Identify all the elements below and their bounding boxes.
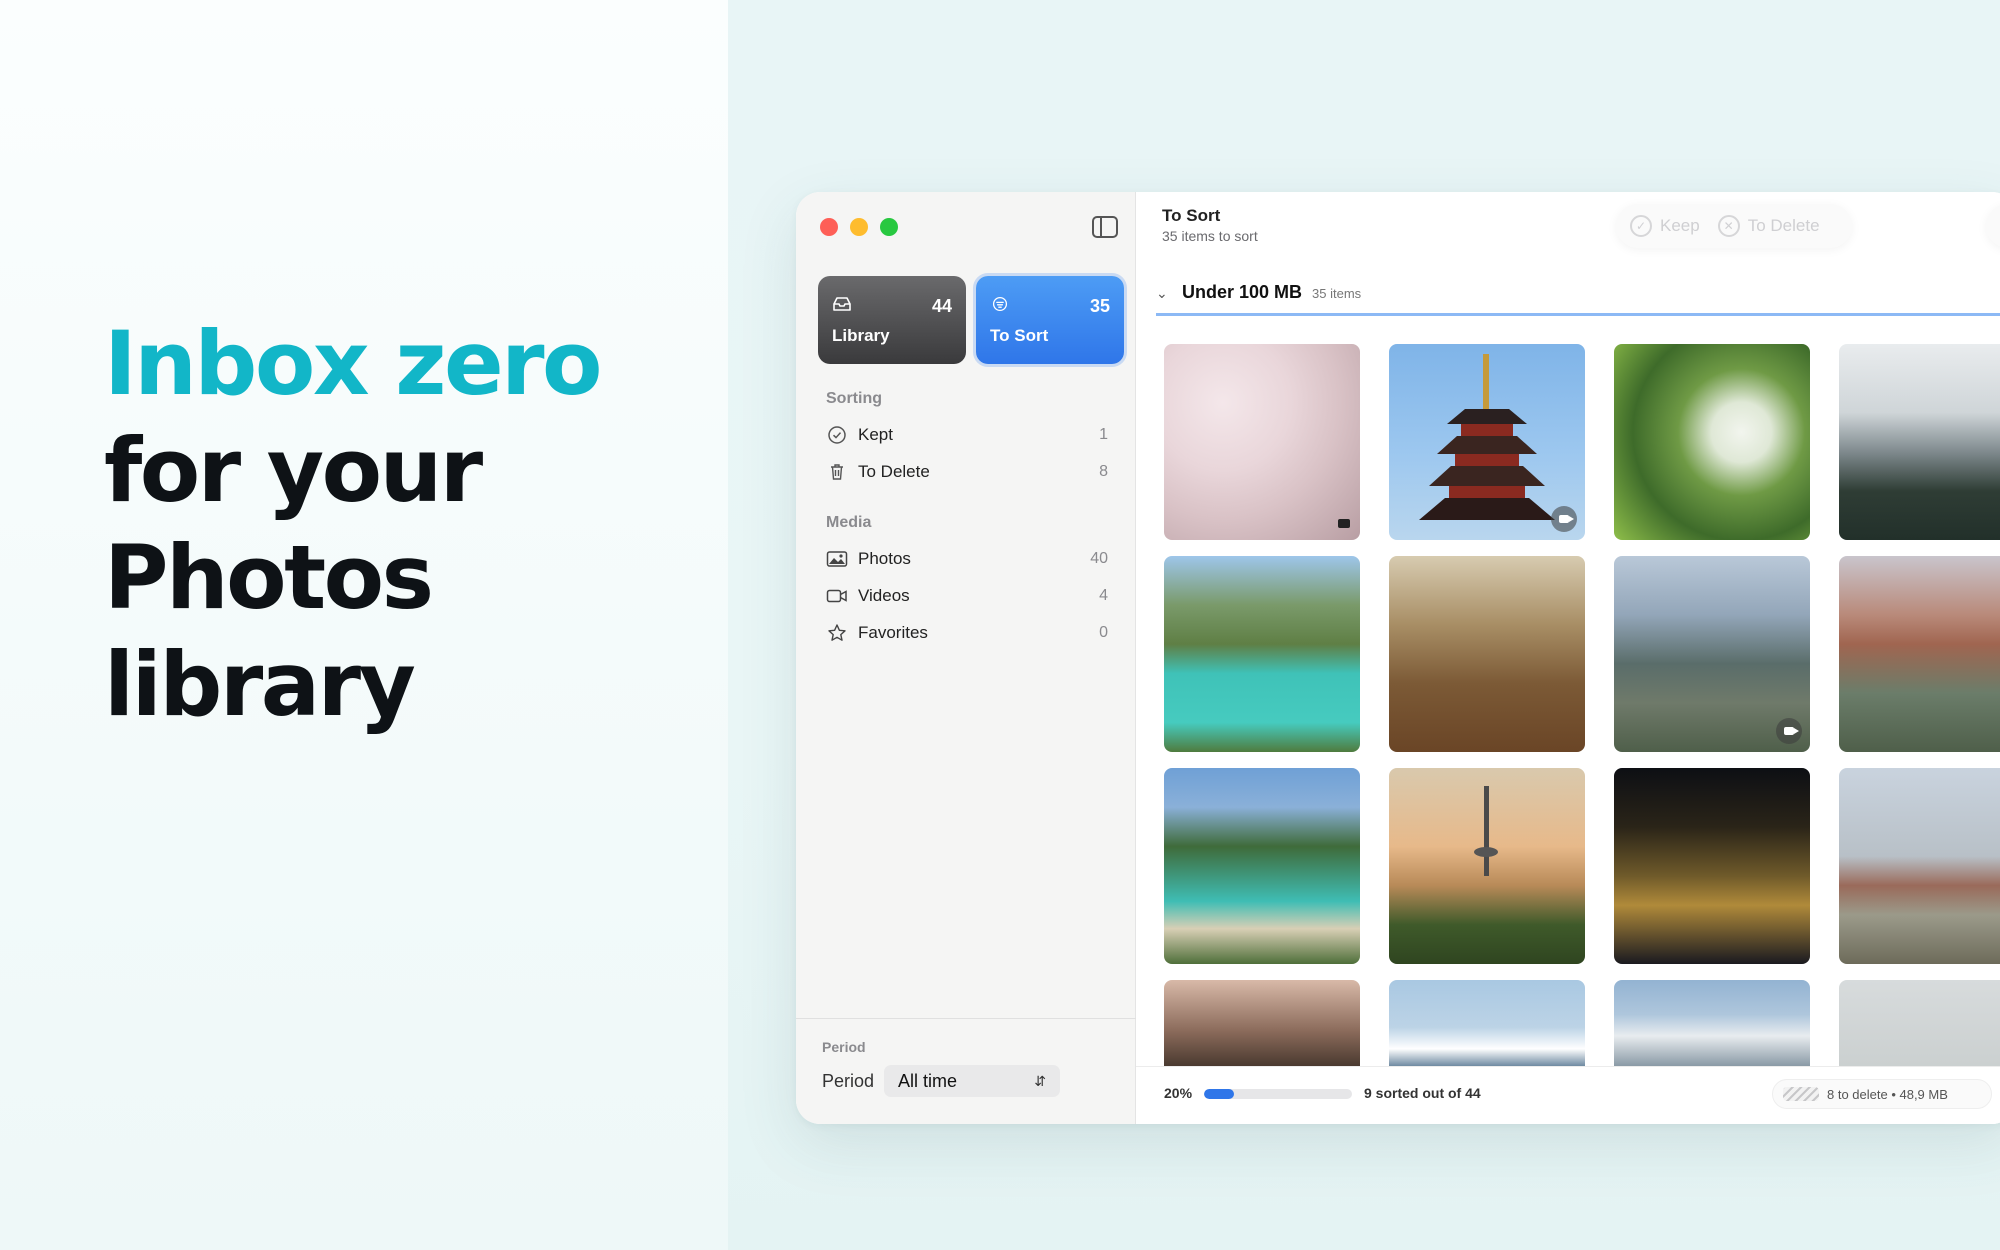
sidebar-item-count: 8: [1099, 463, 1108, 480]
photo-thumbnail[interactable]: [1839, 768, 2000, 964]
sidebar-item-count: 1: [1099, 426, 1108, 443]
sidebar-toggle-icon[interactable]: [1092, 216, 1118, 238]
period-field-label: Period: [822, 1071, 875, 1091]
period-select-value: All time: [898, 1070, 958, 1091]
photo-thumbnail[interactable]: [1614, 980, 1810, 1066]
sidebar-item-videos[interactable]: Videos 4: [826, 580, 1116, 612]
sidebar-item-count: 0: [1099, 624, 1108, 641]
to-sort-count: 35: [1089, 296, 1110, 316]
to-sort-card[interactable]: 35 To Sort: [976, 276, 1124, 364]
library-card[interactable]: 44 Library: [818, 276, 966, 364]
sidebar-item-count: 4: [1099, 587, 1108, 604]
close-window-button[interactable]: [820, 218, 838, 236]
library-label: Library: [832, 326, 890, 345]
video-icon: [1776, 718, 1802, 744]
app-window: 44 Library 35 To Sort Sorting Kept 1 To …: [796, 192, 2000, 1124]
photo-thumbnail[interactable]: [1614, 344, 1810, 540]
headline-line-4: library: [104, 633, 416, 736]
sidebar: 44 Library 35 To Sort Sorting Kept 1 To …: [796, 192, 1136, 1124]
video-icon: [1338, 519, 1350, 528]
media-section-title: Media: [826, 514, 872, 531]
photo-thumbnail[interactable]: [1389, 556, 1585, 752]
photo-thumbnail[interactable]: [1389, 344, 1585, 540]
photo-thumbnail[interactable]: [1164, 344, 1360, 540]
headline-accent: Inbox zero: [104, 312, 603, 415]
keep-button[interactable]: ✓ Keep: [1630, 215, 1700, 237]
progress-bar: [1204, 1089, 1352, 1099]
sidebar-item-favorites[interactable]: Favorites 0: [826, 617, 1116, 649]
photo-thumbnail[interactable]: [1614, 556, 1810, 752]
sorting-section-title: Sorting: [826, 390, 882, 407]
delete-summary-text: 8 to delete • 48,9 MB: [1827, 1086, 1948, 1102]
window-controls: [820, 218, 898, 236]
status-bar: 20% 9 sorted out of 44 8 to delete • 48,…: [1136, 1066, 2000, 1124]
sidebar-item-to-delete[interactable]: To Delete 8: [826, 456, 1116, 488]
page-title: To Sort: [1162, 206, 1221, 225]
keep-label: Keep: [1660, 216, 1700, 235]
photo-thumbnail[interactable]: [1389, 980, 1585, 1066]
chevron-down-icon: ⌄: [1156, 285, 1168, 301]
video-icon: [1551, 506, 1577, 532]
sidebar-item-label: To Delete: [858, 462, 930, 481]
action-toolbar: ✓ Keep ✕ To Delete: [1616, 204, 1852, 248]
group-divider: [1156, 313, 2000, 316]
period-select[interactable]: All time ⇵: [884, 1065, 1060, 1097]
sidebar-item-count: 40: [1090, 550, 1108, 567]
sorted-count: 9 sorted out of 44: [1364, 1085, 1481, 1101]
main-content: To Sort 35 items to sort ✓ Keep ✕ To Del…: [1136, 192, 2000, 1124]
sidebar-item-label: Photos: [858, 549, 911, 568]
sidebar-item-label: Favorites: [858, 623, 928, 642]
checkmark-icon: ✓: [1630, 215, 1652, 237]
to-delete-button[interactable]: ✕ To Delete: [1717, 215, 1820, 237]
group-header[interactable]: ⌄ Under 100 MB 35 items: [1156, 282, 1361, 303]
tray-icon: [833, 297, 851, 311]
page-subtitle: 35 items to sort: [1162, 228, 1258, 244]
zoom-window-button[interactable]: [880, 218, 898, 236]
headline: Inbox zero for your Photos library: [104, 310, 603, 738]
library-count: 44: [931, 296, 952, 316]
photo-thumbnail[interactable]: [1614, 768, 1810, 964]
sidebar-item-label: Videos: [858, 586, 910, 605]
sidebar-footer: Period Period All time ⇵: [796, 1018, 1136, 1124]
progress-fill: [1204, 1089, 1234, 1099]
delete-summary-badge[interactable]: 8 to delete • 48,9 MB: [1772, 1079, 1992, 1109]
inbox-sort-icon: [992, 296, 1008, 312]
star-icon: [826, 622, 848, 644]
checkmark-circle-icon: [826, 424, 848, 446]
photo-thumbnail[interactable]: [1164, 556, 1360, 752]
photo-thumbnail[interactable]: [1164, 768, 1360, 964]
photo-thumbnail[interactable]: [1839, 980, 2000, 1066]
sidebar-item-photos[interactable]: Photos 40: [826, 543, 1116, 575]
minimize-window-button[interactable]: [850, 218, 868, 236]
chevron-updown-icon: ⇵: [1034, 1072, 1046, 1089]
hatch-pattern-icon: [1783, 1087, 1819, 1101]
photo-thumbnail[interactable]: [1389, 768, 1585, 964]
video-icon: [826, 585, 848, 607]
photo-thumbnail[interactable]: [1164, 980, 1360, 1066]
group-name: Under 100 MB: [1182, 282, 1303, 302]
to-sort-label: To Sort: [990, 326, 1049, 345]
period-section-label: Period: [822, 1039, 866, 1055]
group-count: 35 items: [1312, 286, 1362, 301]
trash-icon: [826, 461, 848, 483]
to-delete-label: To Delete: [1747, 216, 1820, 235]
tower-shape: [1474, 786, 1498, 876]
sidebar-item-label: Kept: [858, 425, 893, 444]
more-actions-button[interactable]: [1986, 204, 2000, 248]
photo-thumbnail[interactable]: [1839, 344, 2000, 540]
sidebar-item-kept[interactable]: Kept 1: [826, 419, 1116, 451]
progress-percent: 20%: [1164, 1085, 1193, 1101]
headline-line-2: for your: [104, 419, 483, 522]
photo-thumbnail[interactable]: [1839, 556, 2000, 752]
headline-line-3: Photos: [104, 526, 434, 629]
photo-icon: [826, 548, 848, 570]
close-icon: ✕: [1717, 215, 1740, 237]
